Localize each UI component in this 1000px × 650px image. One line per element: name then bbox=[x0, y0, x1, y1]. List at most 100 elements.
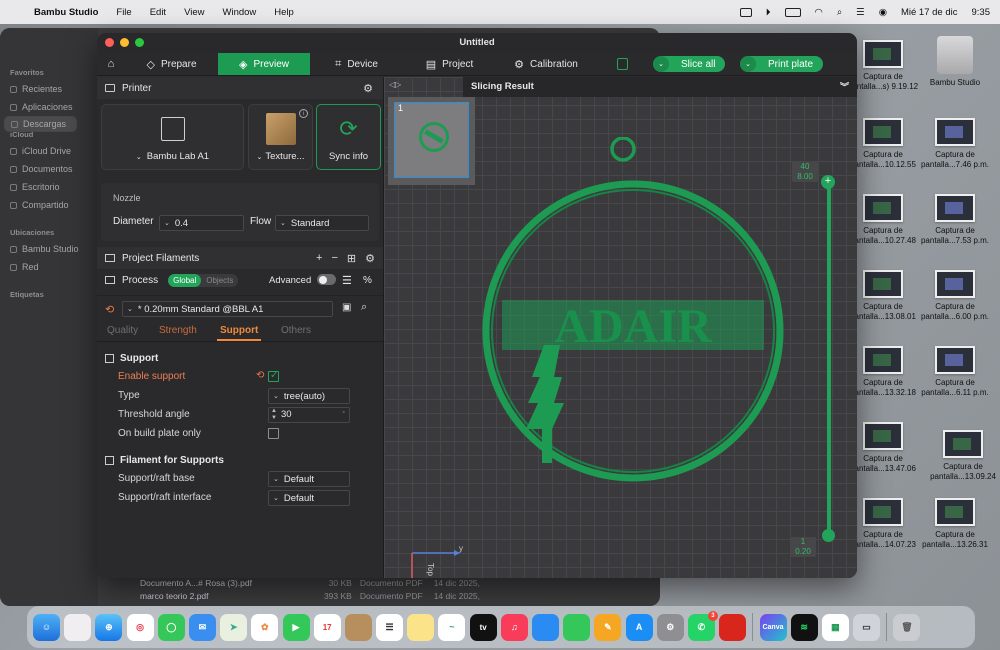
slicing-result-bar[interactable]: Slicing Result ︾ bbox=[463, 77, 857, 97]
list-icon[interactable]: ☰ bbox=[342, 274, 352, 287]
desktop-file[interactable]: Captura de pantalla...10.12.55 bbox=[846, 118, 920, 170]
subtab-quality[interactable]: Quality bbox=[107, 325, 138, 336]
sidebar-item-aplicaciones[interactable]: Aplicaciones bbox=[0, 98, 98, 116]
app-store-dock-icon[interactable]: A bbox=[625, 613, 653, 641]
facetime-dock-icon[interactable]: ▶ bbox=[282, 613, 310, 641]
tab-preview[interactable]: ◈ Preview bbox=[218, 53, 310, 75]
whatsapp-dock-icon[interactable]: ✆ 3 bbox=[687, 610, 718, 641]
slice-all-button[interactable]: ⌄ Slice all bbox=[653, 56, 726, 72]
printer-selector[interactable]: ⌄ Bambu Lab A1 bbox=[101, 104, 244, 170]
trash-dock-icon[interactable]: 🗑 bbox=[893, 613, 921, 641]
print-plate-button[interactable]: ⌄ Print plate bbox=[740, 56, 824, 72]
threshold-angle-input[interactable]: ▲ ▼ 30 ° bbox=[268, 407, 350, 423]
sidebar-item-red[interactable]: Red bbox=[0, 258, 98, 276]
menu-edit[interactable]: Edit bbox=[150, 7, 166, 18]
messages-dock-icon[interactable]: ◯ bbox=[157, 613, 185, 641]
printer-settings-gear-icon[interactable]: ⚙ bbox=[363, 82, 373, 95]
menu-app-name[interactable]: Bambu Studio bbox=[34, 7, 98, 18]
chrome-dock-icon[interactable]: ◎ bbox=[126, 613, 154, 641]
support-type-select[interactable]: ⌄ tree(auto) bbox=[268, 388, 350, 404]
tv-dock-icon[interactable]: tv bbox=[469, 613, 497, 641]
desktop-file[interactable]: Captura de pantalla...7.53 p.m. bbox=[918, 194, 992, 246]
bambu-studio-dock-icon[interactable] bbox=[719, 613, 747, 641]
tab-calibration[interactable]: ⚙ Calibration bbox=[496, 53, 596, 75]
nozzle-diameter-select[interactable]: ⌄ 0.4 bbox=[159, 215, 244, 231]
search-icon[interactable]: ⌕ bbox=[361, 301, 367, 314]
numbers-dock-icon[interactable] bbox=[563, 613, 591, 641]
sidebar-item-recientes[interactable]: Recientes bbox=[0, 80, 98, 98]
support-interface-select[interactable]: ⌄ Default bbox=[268, 490, 350, 506]
file-row[interactable]: marco teorio 2.pdf 393 KB Documento PDF 14 … bbox=[140, 589, 492, 602]
desktop-file[interactable]: Captura de pantalla...14.07.23 bbox=[846, 498, 920, 550]
process-preset-select[interactable]: ⌄ * 0.20mm Standard @BBL A1 bbox=[122, 301, 333, 317]
menubar-time[interactable]: 9:35 bbox=[972, 7, 991, 18]
subtab-support[interactable]: Support bbox=[220, 325, 258, 336]
menubar-date[interactable]: Mié 17 de dic bbox=[901, 7, 958, 18]
plate-thumbnail[interactable]: 1 bbox=[388, 97, 475, 185]
close-window-button[interactable] bbox=[105, 38, 114, 47]
contacts-dock-icon[interactable] bbox=[344, 613, 372, 641]
calendar-dock-icon[interactable]: 17 bbox=[313, 613, 341, 641]
wifi-icon[interactable]: ◠ bbox=[815, 7, 823, 18]
mail-dock-icon[interactable]: ✉ bbox=[188, 613, 216, 641]
filament-settings-gear-icon[interactable]: ⚙ bbox=[365, 252, 375, 265]
home-tab[interactable]: ⌂ bbox=[97, 53, 125, 75]
desktop-file[interactable]: Captura de pantalla...s) 9.19.12 bbox=[846, 40, 920, 92]
keynote-dock-icon[interactable] bbox=[532, 613, 559, 641]
sync-info-button[interactable]: ⟳ Sync info bbox=[316, 104, 381, 170]
safari-dock-icon[interactable]: ⊕ bbox=[95, 613, 123, 641]
chevron-down-icon[interactable]: ⌄ bbox=[653, 56, 669, 72]
pages-dock-icon[interactable]: ✎ bbox=[594, 613, 622, 641]
chevron-down-icon[interactable]: ⌄ bbox=[740, 56, 756, 72]
desktop-file[interactable]: Captura de pantalla...7.46 p.m. bbox=[918, 118, 992, 170]
menu-window[interactable]: Window bbox=[223, 7, 257, 18]
preview-dock-icon[interactable]: ▭ bbox=[853, 613, 881, 641]
canva-dock-icon[interactable]: Canva bbox=[759, 613, 787, 641]
save-preset-icon[interactable]: ▣ bbox=[342, 302, 351, 313]
chevron-down-icon[interactable]: ︾ bbox=[840, 77, 849, 97]
battery-icon[interactable] bbox=[784, 7, 801, 17]
stepper-arrows-icon[interactable]: ▲ ▼ bbox=[271, 408, 277, 422]
menu-help[interactable]: Help bbox=[274, 7, 294, 18]
plate-export-icon[interactable] bbox=[617, 58, 628, 70]
layer-slider-top-handle[interactable]: + bbox=[821, 175, 835, 189]
display-icon[interactable] bbox=[739, 7, 752, 17]
desktop-file[interactable]: Captura de pantalla...13.08.01 bbox=[846, 270, 920, 322]
excel-dock-icon[interactable]: ▦ bbox=[821, 613, 849, 641]
notes-dock-icon[interactable] bbox=[407, 613, 435, 641]
remove-filament-icon[interactable]: − bbox=[331, 252, 337, 265]
layer-slider-track[interactable] bbox=[827, 179, 831, 534]
maximize-window-button[interactable] bbox=[135, 38, 144, 47]
tab-project[interactable]: ▤ Project bbox=[403, 53, 496, 75]
process-scope-switch[interactable]: Global Objects bbox=[168, 273, 239, 287]
desktop-file[interactable]: Captura de pantalla...6.00 p.m. bbox=[918, 270, 992, 322]
control-center-icon[interactable]: ☰ bbox=[856, 7, 865, 18]
reminders-dock-icon[interactable]: ☰ bbox=[376, 613, 404, 641]
subtab-others[interactable]: Others bbox=[281, 325, 311, 336]
scope-objects[interactable]: Objects bbox=[201, 274, 238, 287]
sidebar-item-documentos[interactable]: Documentos bbox=[0, 160, 98, 178]
preview-canvas[interactable]: ◁▷ Slicing Result ︾ 1 ADAIR 40 8.00 + 1 0.… bbox=[384, 77, 857, 578]
play-icon[interactable]: ⏵ bbox=[766, 7, 771, 18]
minimize-window-button[interactable] bbox=[120, 38, 129, 47]
system-settings-dock-icon[interactable]: ⚙ bbox=[656, 613, 684, 641]
desktop-file[interactable]: Captura de pantalla...13.32.18 bbox=[846, 346, 920, 398]
sidebar-item-compartido[interactable]: Compartido bbox=[0, 196, 98, 214]
menu-view[interactable]: View bbox=[184, 7, 204, 18]
finder-dock-icon[interactable]: ☺ bbox=[33, 613, 60, 641]
menu-file[interactable]: File bbox=[116, 7, 131, 18]
on-build-plate-checkbox[interactable] bbox=[268, 428, 279, 439]
launchpad-dock-icon[interactable] bbox=[64, 613, 92, 641]
sidebar-item-escritorio[interactable]: Escritorio bbox=[0, 178, 98, 196]
support-base-select[interactable]: ⌄ Default bbox=[268, 471, 350, 487]
subtab-strength[interactable]: Strength bbox=[159, 325, 197, 336]
sidebar-item-bambu-studio[interactable]: Bambu Studio bbox=[0, 240, 98, 258]
add-filament-icon[interactable]: + bbox=[316, 252, 322, 265]
desktop-file[interactable]: Captura de pantalla...10.27.48 bbox=[846, 194, 920, 246]
desktop-file[interactable]: Captura de pantalla...13.26.31 bbox=[918, 498, 992, 550]
siri-icon[interactable]: ◉ bbox=[879, 7, 887, 18]
info-icon[interactable]: i bbox=[299, 109, 308, 118]
desktop-file[interactable]: Captura de pantalla...13.47.06 bbox=[846, 422, 920, 474]
spotify-dock-icon[interactable]: ≋ bbox=[790, 613, 818, 641]
desktop-file[interactable]: Captura de pantalla...6.11 p.m. bbox=[918, 346, 992, 398]
